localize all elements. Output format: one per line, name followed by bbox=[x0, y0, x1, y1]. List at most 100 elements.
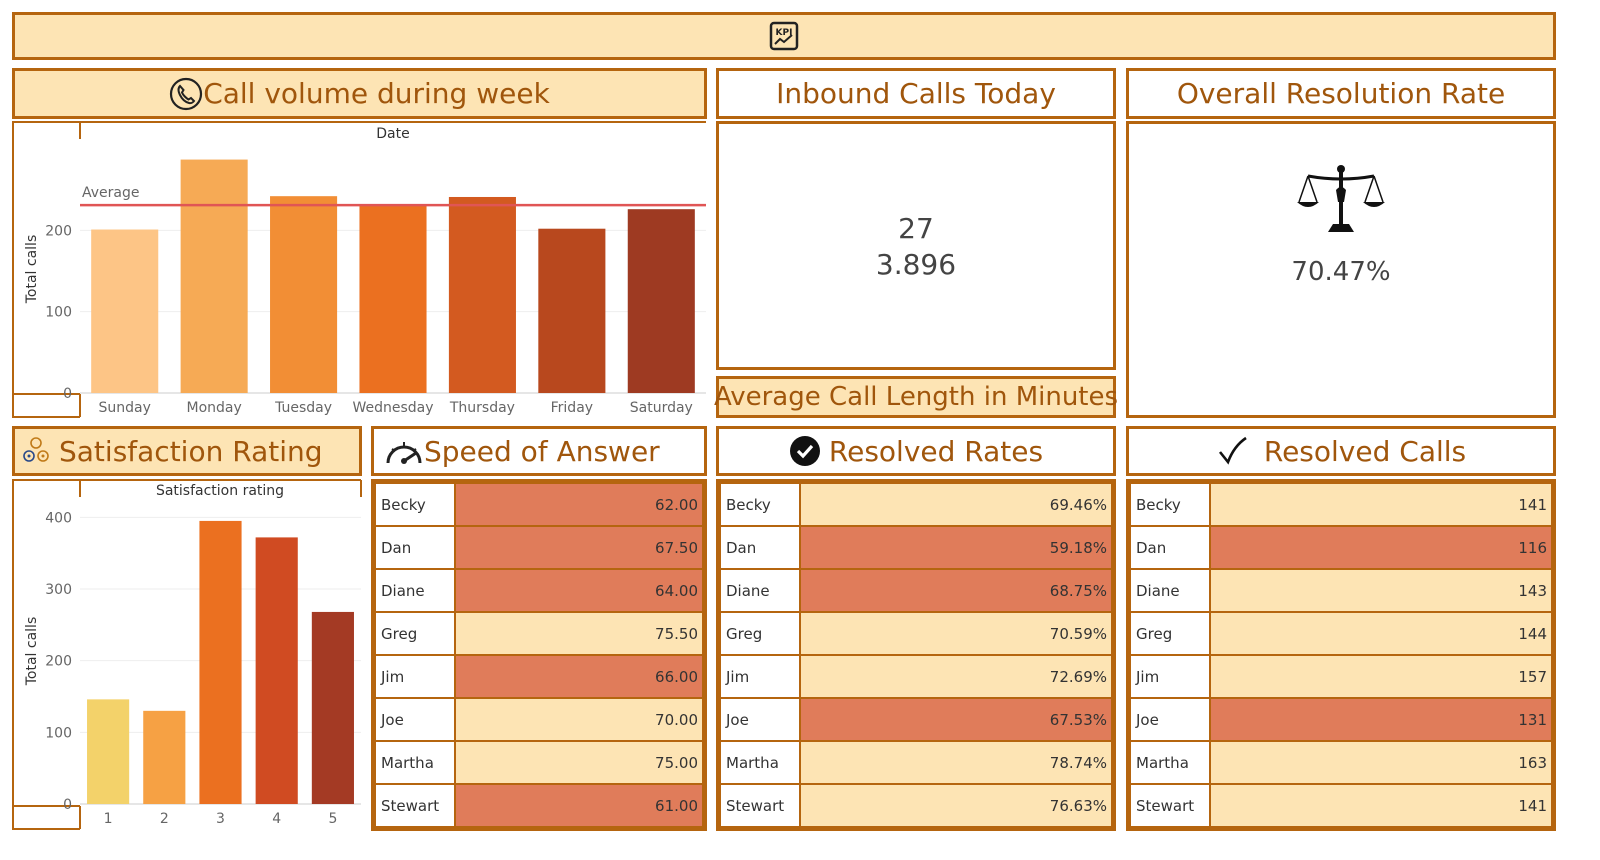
table-row: Greg 144 bbox=[1129, 611, 1553, 656]
resolved-rates-title: Resolved Rates bbox=[828, 434, 1044, 468]
satisfaction-chart-svg: Satisfaction rating Total calls 0 100 200 3… bbox=[12, 479, 362, 830]
row-name: Becky bbox=[374, 482, 456, 527]
resolved-rates-table: Becky 69.46% Dan 59.18% Diane 68.75% Greg 70.59… bbox=[716, 479, 1116, 831]
bar bbox=[627, 209, 695, 393]
row-value: 64.00 bbox=[454, 568, 704, 613]
speed-title: Speed of Answer bbox=[424, 434, 660, 468]
resolution-header: Overall Resolution Rate bbox=[1126, 68, 1556, 119]
row-value: 75.50 bbox=[454, 611, 704, 656]
inbound-header: Inbound Calls Today bbox=[716, 68, 1116, 119]
row-name: Joe bbox=[374, 697, 456, 742]
satisfaction-title: Satisfaction Rating bbox=[59, 434, 323, 468]
row-value: 72.69% bbox=[799, 654, 1113, 699]
bar bbox=[91, 229, 159, 393]
y-tick-label: 200 bbox=[45, 654, 72, 670]
row-value: 67.53% bbox=[799, 697, 1113, 742]
inbound-card: 27 3.896 bbox=[716, 121, 1116, 370]
table-row: Diane 68.75% bbox=[719, 568, 1113, 613]
resolved-calls-title: Resolved Calls bbox=[1263, 434, 1467, 468]
row-value: 67.50 bbox=[454, 525, 704, 570]
y-tick-label: 0 bbox=[63, 797, 72, 813]
row-value: 69.46% bbox=[799, 482, 1113, 527]
satisfaction-header: Satisfaction Rating bbox=[12, 426, 362, 476]
y-tick-label: 100 bbox=[45, 725, 72, 741]
satisfaction-ylabel: Total calls bbox=[24, 617, 40, 687]
table-row: Jim 157 bbox=[1129, 654, 1553, 699]
kpi-banner: KPI bbox=[12, 12, 1556, 60]
bar bbox=[199, 520, 242, 804]
table-row: Dan 67.50 bbox=[374, 525, 704, 570]
row-value: 141 bbox=[1209, 783, 1553, 828]
resolved-rates-header: Resolved Rates bbox=[716, 426, 1116, 476]
x-tick-label: Thursday bbox=[449, 400, 515, 416]
row-name: Greg bbox=[719, 611, 801, 656]
row-name: Dan bbox=[1129, 525, 1211, 570]
row-value: 59.18% bbox=[799, 525, 1113, 570]
row-value: 75.00 bbox=[454, 740, 704, 785]
inbound-value-avg-length: 3.896 bbox=[875, 248, 957, 281]
call-volume-chart: Date Total calls 0 100 200 Sunday Monday Tues… bbox=[12, 121, 707, 418]
avg-call-length-label: Average Call Length in Minutes bbox=[714, 376, 1118, 418]
y-tick-label: 400 bbox=[45, 510, 72, 526]
inbound-title: Inbound Calls Today bbox=[776, 77, 1056, 110]
phone-icon bbox=[170, 77, 203, 110]
row-value: 78.74% bbox=[799, 740, 1113, 785]
inbound-value-count: 27 bbox=[898, 212, 934, 245]
row-value: 157 bbox=[1209, 654, 1553, 699]
table-row: Joe 70.00 bbox=[374, 697, 704, 742]
y-tick-label: 200 bbox=[45, 223, 72, 239]
call-volume-header: Call volume during week bbox=[12, 68, 707, 119]
table-row: Stewart 141 bbox=[1129, 783, 1553, 828]
resolution-card: 70.47% bbox=[1126, 121, 1556, 418]
row-name: Jim bbox=[374, 654, 456, 699]
bar bbox=[180, 159, 248, 393]
resolved-calls-header: Resolved Calls bbox=[1126, 426, 1556, 476]
table-row: Dan 59.18% bbox=[719, 525, 1113, 570]
x-tick-label: 5 bbox=[328, 811, 337, 827]
table-row: Jim 66.00 bbox=[374, 654, 704, 699]
table-row: Diane 64.00 bbox=[374, 568, 704, 613]
bar bbox=[311, 611, 354, 804]
table-row: Becky 69.46% bbox=[719, 482, 1113, 527]
call-volume-ylabel: Total calls bbox=[24, 235, 40, 305]
speed-table: Becky 62.00 Dan 67.50 Diane 64.00 Greg 75.50 Jim… bbox=[371, 479, 707, 831]
row-name: Dan bbox=[374, 525, 456, 570]
row-value: 116 bbox=[1209, 525, 1553, 570]
table-row: Martha 163 bbox=[1129, 740, 1553, 785]
table-row: Stewart 76.63% bbox=[719, 783, 1113, 828]
resolution-value: 70.47% bbox=[1291, 257, 1391, 287]
table-row: Martha 75.00 bbox=[374, 740, 704, 785]
row-name: Martha bbox=[719, 740, 801, 785]
table-row: Greg 75.50 bbox=[374, 611, 704, 656]
row-value: 68.75% bbox=[799, 568, 1113, 613]
satisfaction-chart: Satisfaction rating Total calls 0 100 200 3… bbox=[12, 479, 362, 830]
row-value: 144 bbox=[1209, 611, 1553, 656]
row-name: Joe bbox=[719, 697, 801, 742]
row-name: Diane bbox=[1129, 568, 1211, 613]
satisfaction-xlabel: Satisfaction rating bbox=[156, 483, 284, 499]
resolution-title: Overall Resolution Rate bbox=[1176, 77, 1506, 110]
row-name: Becky bbox=[719, 482, 801, 527]
call-volume-chart-svg: Date Total calls 0 100 200 Sunday Monday Tues… bbox=[12, 121, 706, 418]
row-name: Martha bbox=[1129, 740, 1211, 785]
row-name: Stewart bbox=[374, 783, 456, 828]
row-value: 62.00 bbox=[454, 482, 704, 527]
x-tick-label: Tuesday bbox=[274, 400, 332, 416]
table-row: Joe 67.53% bbox=[719, 697, 1113, 742]
scales-icon bbox=[1297, 165, 1385, 232]
table-row: Jim 72.69% bbox=[719, 654, 1113, 699]
bar bbox=[87, 699, 130, 804]
y-tick-label: 100 bbox=[45, 305, 72, 321]
table-row: Stewart 61.00 bbox=[374, 783, 704, 828]
call-volume-title: Call volume during week bbox=[203, 77, 550, 110]
row-name: Becky bbox=[1129, 482, 1211, 527]
row-name: Greg bbox=[1129, 611, 1211, 656]
x-tick-label: Friday bbox=[551, 400, 593, 416]
row-name: Stewart bbox=[1129, 783, 1211, 828]
bar bbox=[270, 196, 338, 393]
x-tick-label: Wednesday bbox=[352, 400, 433, 416]
speedometer-icon bbox=[386, 442, 422, 464]
speed-header: Speed of Answer bbox=[371, 426, 707, 476]
resolved-calls-table: Becky 141 Dan 116 Diane 143 Greg 144 Jim 157 Joe 13… bbox=[1126, 479, 1556, 831]
bar bbox=[359, 204, 427, 393]
